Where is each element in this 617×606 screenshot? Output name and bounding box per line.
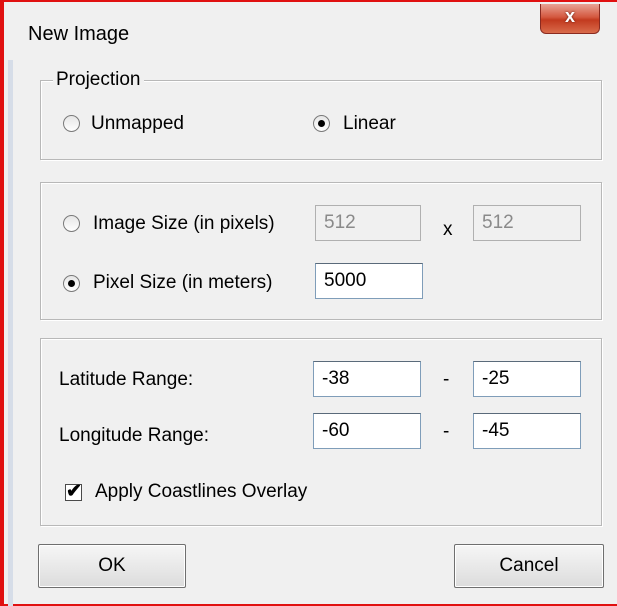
latitude-min-input[interactable]: -38 (313, 361, 421, 397)
unmapped-label[interactable]: Unmapped (91, 113, 184, 135)
image-width-input[interactable]: 512 (315, 205, 421, 241)
coastlines-checkbox[interactable]: ✔ (65, 481, 82, 502)
title-bar[interactable]: New Image x (8, 4, 617, 60)
image-size-radio[interactable] (63, 215, 80, 232)
window-left-edge (8, 60, 13, 606)
ok-button[interactable]: OK (38, 544, 186, 588)
latitude-max-input[interactable]: -25 (473, 361, 581, 397)
projection-legend: Projection (53, 69, 144, 91)
longitude-min-input[interactable]: -60 (313, 413, 421, 449)
size-group: Image Size (in pixels) 512 x 512 Pixel S… (40, 182, 602, 320)
image-size-label[interactable]: Image Size (in pixels) (93, 213, 275, 235)
longitude-label: Longitude Range: (59, 425, 210, 446)
pixel-size-radio[interactable] (63, 275, 80, 292)
size-separator: x (443, 219, 453, 240)
linear-label[interactable]: Linear (343, 113, 396, 135)
latitude-separator: - (443, 369, 450, 390)
linear-radio[interactable] (313, 115, 330, 132)
longitude-max-input[interactable]: -45 (473, 413, 581, 449)
dialog-window: New Image x Projection Unmapped Linear I… (0, 0, 617, 606)
pixel-size-label[interactable]: Pixel Size (in meters) (93, 272, 273, 294)
projection-group: Projection Unmapped Linear (40, 69, 602, 160)
close-icon: x (564, 6, 575, 26)
longitude-separator: - (443, 421, 450, 442)
checkmark-icon: ✔ (66, 481, 82, 502)
pixel-size-input[interactable]: 5000 (315, 263, 423, 299)
latitude-label: Latitude Range: (59, 369, 194, 390)
unmapped-radio[interactable] (63, 115, 80, 132)
coastlines-label[interactable]: Apply Coastlines Overlay (95, 481, 307, 503)
close-button[interactable]: x (540, 4, 600, 34)
window-title: New Image (28, 23, 130, 45)
cancel-button[interactable]: Cancel (454, 544, 604, 588)
range-group: Latitude Range: -38 - -25 Longitude Rang… (40, 338, 602, 526)
image-height-input[interactable]: 512 (473, 205, 581, 241)
